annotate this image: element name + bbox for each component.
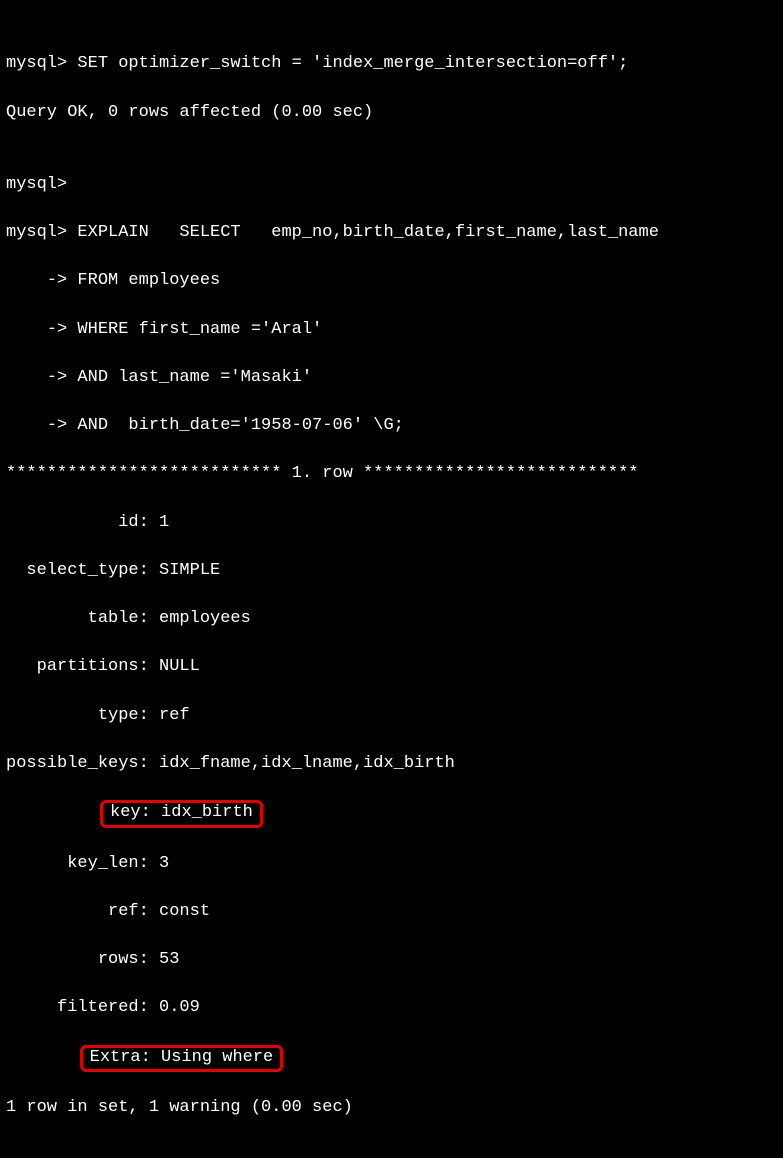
terminal-line: mysql>	[6, 173, 777, 197]
terminal-line: -> WHERE first_name ='Aral'	[6, 318, 777, 342]
highlight-extra: Extra: Using where	[80, 1045, 284, 1072]
terminal-line: Query OK, 0 rows affected (0.00 sec)	[6, 101, 777, 125]
explain-partitions: partitions: NULL	[6, 655, 777, 679]
terminal-line: mysql> SET optimizer_switch = 'index_mer…	[6, 52, 777, 76]
explain-type: type: ref	[6, 704, 777, 728]
terminal-line: -> AND birth_date='1958-07-06' \G;	[6, 414, 777, 438]
explain-ref: ref: const	[6, 900, 777, 924]
explain-select-type: select_type: SIMPLE	[6, 559, 777, 583]
explain-extra-prefix	[6, 1048, 88, 1067]
explain-rows: rows: 53	[6, 948, 777, 972]
explain-extra-line: Extra: Using where	[6, 1045, 777, 1072]
terminal-line: -> AND last_name ='Masaki'	[6, 366, 777, 390]
highlight-key: key: idx_birth	[100, 800, 263, 827]
terminal-line: 1 row in set, 1 warning (0.00 sec)	[6, 1096, 777, 1120]
explain-key-prefix	[6, 803, 108, 822]
explain-key-line: key: idx_birth	[6, 800, 777, 827]
terminal-line: *************************** 1. row *****…	[6, 462, 777, 486]
explain-id: id: 1	[6, 511, 777, 535]
explain-table: table: employees	[6, 607, 777, 631]
explain-possible-keys: possible_keys: idx_fname,idx_lname,idx_b…	[6, 752, 777, 776]
explain-key-len: key_len: 3	[6, 852, 777, 876]
explain-filtered: filtered: 0.09	[6, 996, 777, 1020]
terminal-line: mysql> EXPLAIN SELECT emp_no,birth_date,…	[6, 221, 777, 245]
terminal-line: -> FROM employees	[6, 269, 777, 293]
